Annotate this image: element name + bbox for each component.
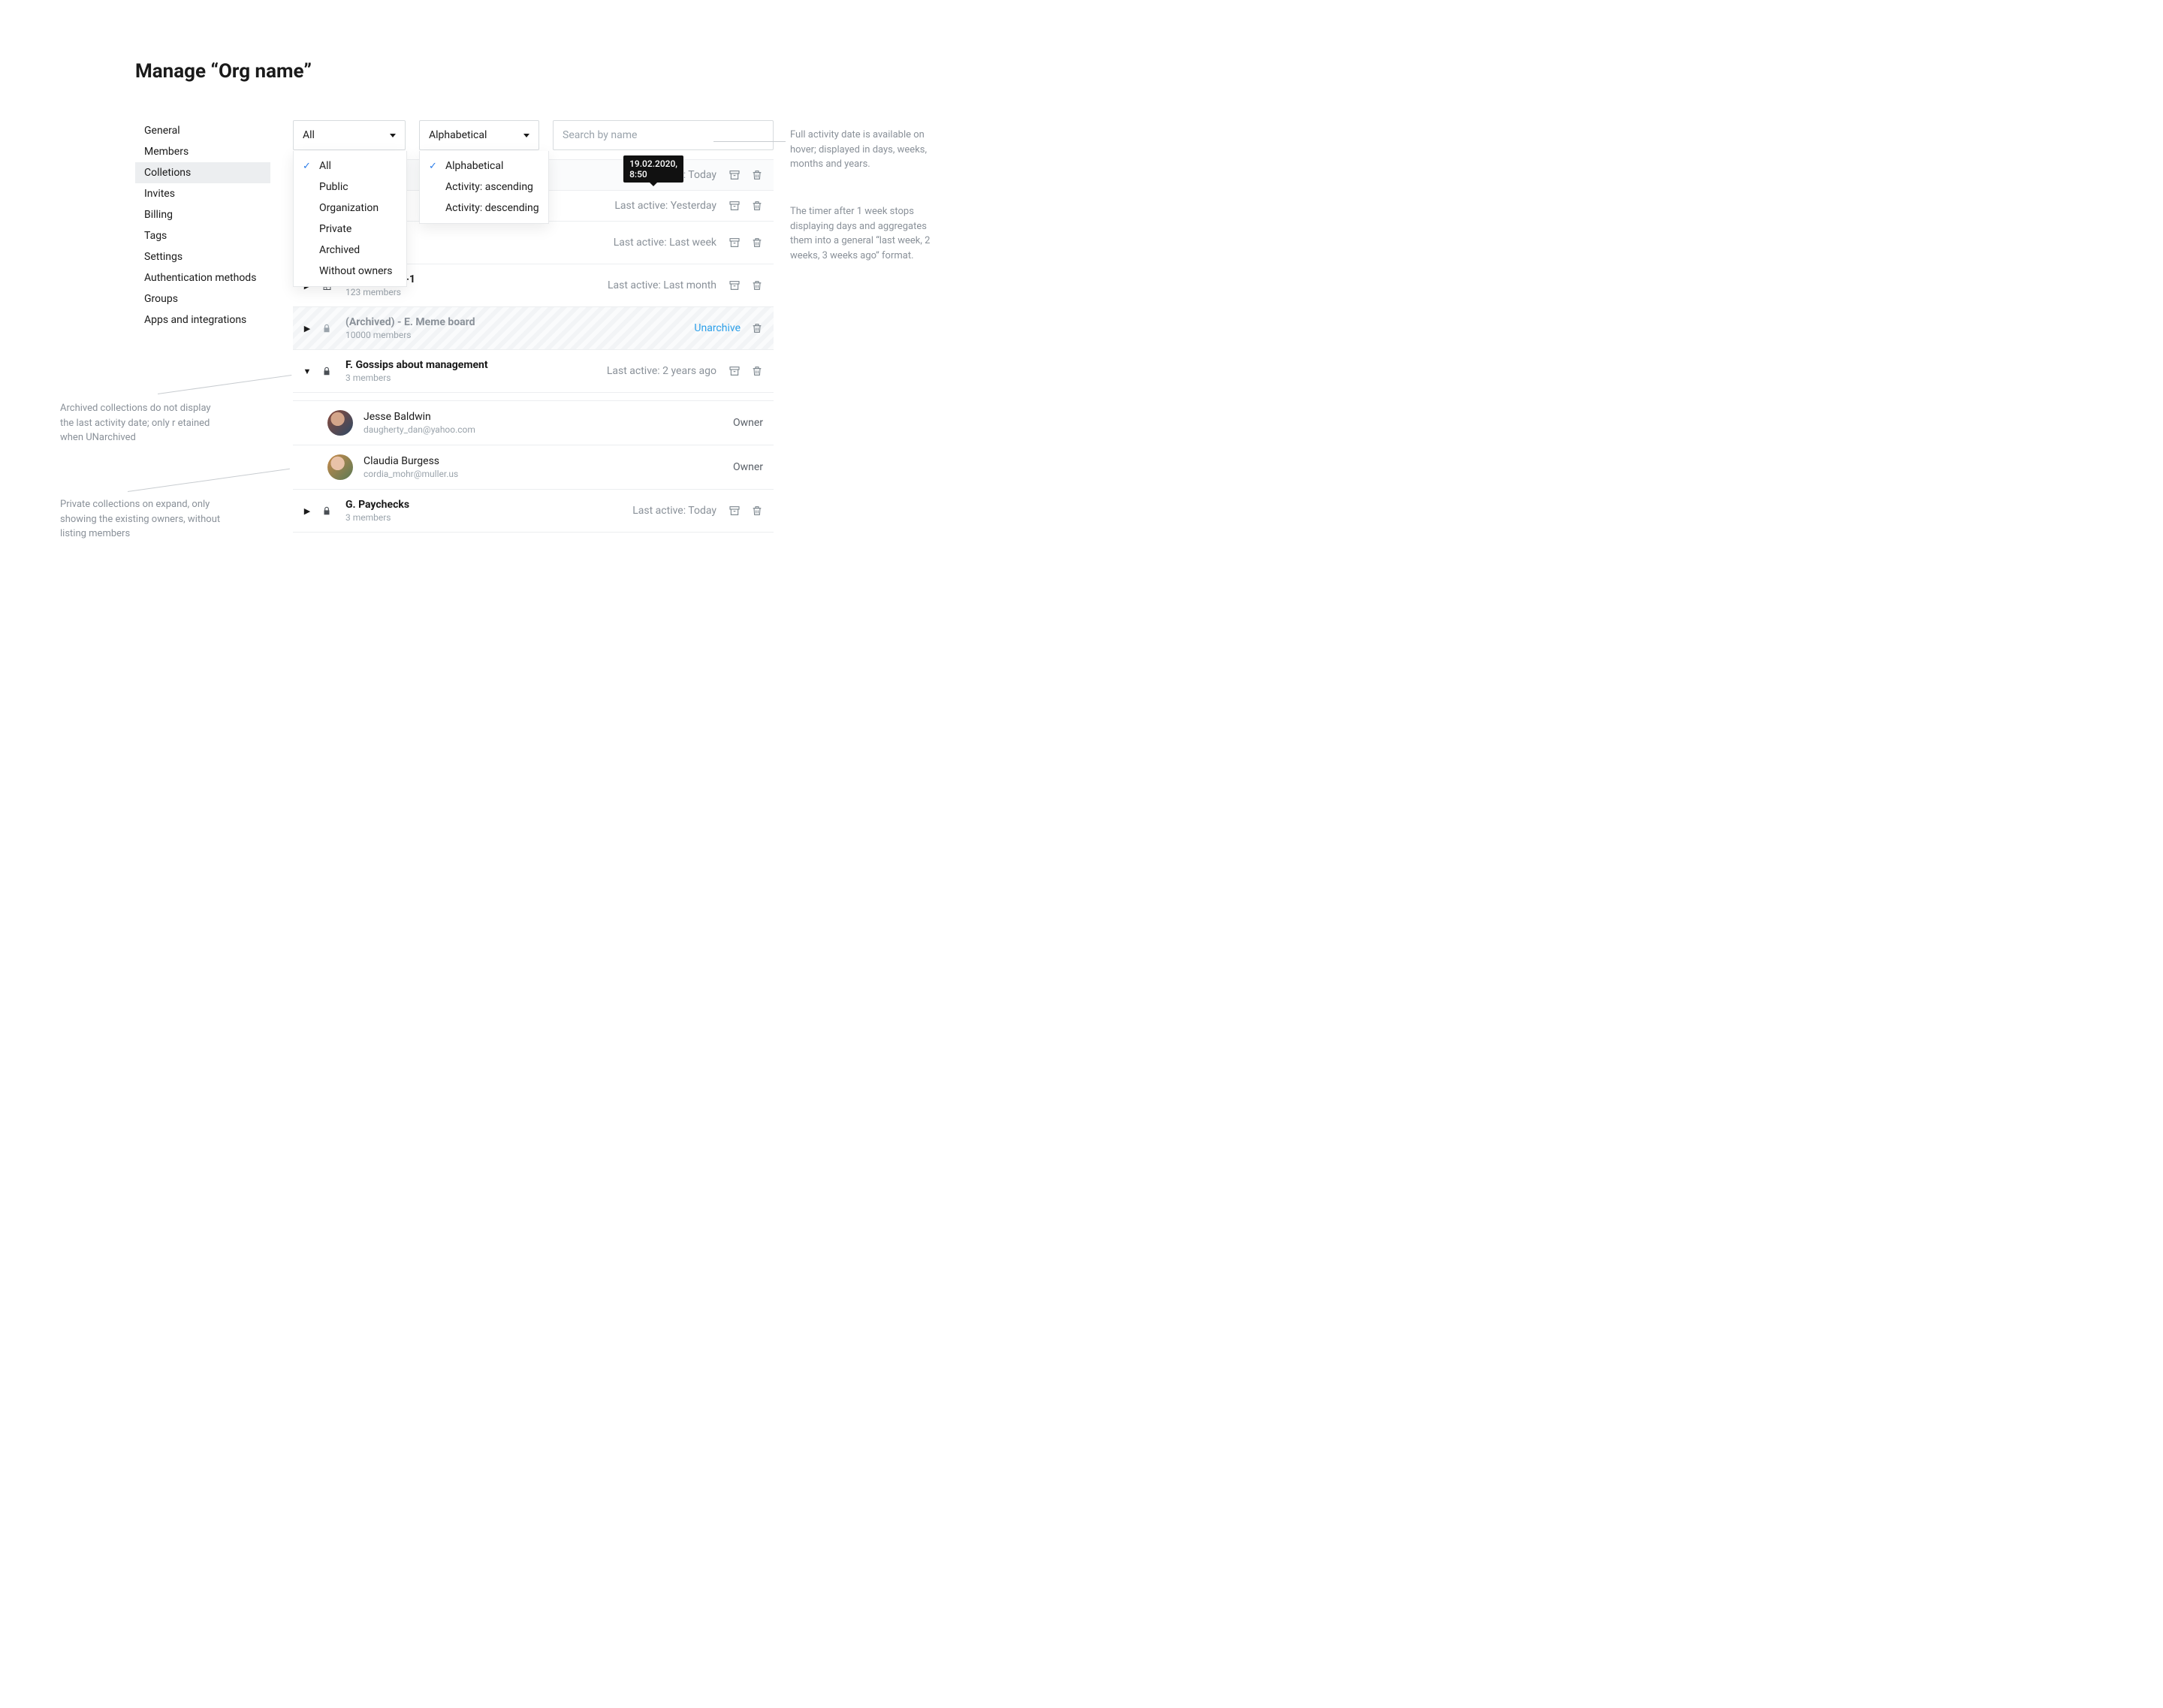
lock-icon <box>315 366 338 376</box>
expand-toggle[interactable]: ▼ <box>299 367 315 376</box>
collection-row: ▼ F. Gossips about management 3 members … <box>293 350 774 393</box>
lock-icon <box>315 505 338 516</box>
sort-option-alphabetical[interactable]: ✓ Alphabetical <box>420 155 548 177</box>
annotation-hover-date: Full activity date is available on hover… <box>790 128 940 172</box>
page-title: Manage “Org name” <box>135 60 1082 83</box>
visibility-filter-value: All <box>303 129 315 141</box>
collection-title: F. Gossips about management <box>345 359 607 371</box>
annotation-timer-aggregation: The timer after 1 week stops displaying … <box>790 204 940 263</box>
sort-select[interactable]: Alphabetical ✓ Alphabetical Activity: as… <box>419 120 539 150</box>
annotation-line <box>713 141 786 142</box>
sidebar-item-groups[interactable]: Groups <box>135 288 270 309</box>
collection-title: G. Paychecks <box>345 499 632 511</box>
annotation-private-expand: Private collections on expand, only show… <box>60 497 225 542</box>
visibility-option-private[interactable]: Private <box>294 219 406 240</box>
member-role: Owner <box>733 461 763 473</box>
trash-icon[interactable] <box>751 237 763 249</box>
trash-icon[interactable] <box>751 322 763 334</box>
collection-title: (Archived) - E. Meme board <box>345 316 694 328</box>
member-role: Owner <box>733 417 763 429</box>
visibility-option-archived[interactable]: Archived <box>294 240 406 261</box>
member-count: 3 members <box>345 512 632 523</box>
archive-icon[interactable] <box>729 505 741 517</box>
visibility-option-public[interactable]: Public <box>294 177 406 198</box>
visibility-filter-dropdown: ✓ All Public Organization Private Archiv… <box>293 151 407 287</box>
visibility-option-all[interactable]: ✓ All <box>294 155 406 177</box>
activity-tooltip: 19.02.2020, 8:50 <box>623 155 683 183</box>
last-active-label: Last active: Last week <box>614 237 716 249</box>
avatar <box>327 454 353 480</box>
member-email: cordia_mohr@muller.us <box>364 469 733 479</box>
member-row: Jesse Baldwin daugherty_dan@yahoo.com Ow… <box>293 400 774 445</box>
sidebar-item-general[interactable]: General <box>135 120 270 141</box>
check-icon: ✓ <box>303 161 311 172</box>
member-row: Claudia Burgess cordia_mohr@muller.us Ow… <box>293 445 774 490</box>
collection-row-archived: ▶ (Archived) - E. Meme board 10000 membe… <box>293 307 774 350</box>
search-placeholder: Search by name <box>563 129 637 141</box>
member-count: 123 members <box>345 287 608 297</box>
avatar <box>327 410 353 436</box>
archive-icon[interactable] <box>729 279 741 291</box>
trash-icon[interactable] <box>751 505 763 517</box>
last-active-label: Last active: Last month <box>608 279 716 291</box>
chevron-down-icon <box>523 134 529 137</box>
trash-icon[interactable] <box>751 169 763 181</box>
unarchive-button[interactable]: Unarchive <box>694 322 741 334</box>
trash-icon[interactable] <box>751 200 763 212</box>
sidebar-item-auth-methods[interactable]: Authentication methods <box>135 267 270 288</box>
sort-option-activity-asc[interactable]: Activity: ascending <box>420 177 548 198</box>
sidebar-item-tags[interactable]: Tags <box>135 225 270 246</box>
visibility-filter-select[interactable]: All ✓ All Public Organization Private Ar… <box>293 120 406 150</box>
archive-icon[interactable] <box>729 237 741 249</box>
trash-icon[interactable] <box>751 365 763 377</box>
lock-icon <box>315 323 338 333</box>
member-count: 3 members <box>345 373 607 383</box>
visibility-option-organization[interactable]: Organization <box>294 198 406 219</box>
sort-dropdown: ✓ Alphabetical Activity: ascending Activ… <box>419 151 549 224</box>
sidebar-item-collections[interactable]: Colletions <box>135 162 270 183</box>
sort-value: Alphabetical <box>429 129 487 141</box>
member-email: daugherty_dan@yahoo.com <box>364 424 733 435</box>
sidebar: General Members Colletions Invites Billi… <box>135 120 270 330</box>
sidebar-item-members[interactable]: Members <box>135 141 270 162</box>
last-active-label: Last active: Today <box>632 505 716 517</box>
main-panel: All ✓ All Public Organization Private Ar… <box>293 120 774 533</box>
member-count: 10000 members <box>345 330 694 340</box>
sidebar-item-invites[interactable]: Invites <box>135 183 270 204</box>
last-active-label: Last active: 2 years ago <box>607 365 716 377</box>
sidebar-item-apps-integrations[interactable]: Apps and integrations <box>135 309 270 330</box>
member-name: Jesse Baldwin <box>364 411 733 423</box>
trash-icon[interactable] <box>751 279 763 291</box>
chevron-down-icon <box>390 134 396 137</box>
check-icon: ✓ <box>429 161 437 172</box>
visibility-option-without-owners[interactable]: Without owners <box>294 261 406 282</box>
expand-toggle[interactable]: ▶ <box>299 506 315 516</box>
expand-toggle[interactable]: ▶ <box>299 324 315 333</box>
archive-icon[interactable] <box>729 200 741 212</box>
sort-option-activity-desc[interactable]: Activity: descending <box>420 198 548 219</box>
collection-row: ▶ G. Paychecks 3 members Last active: To… <box>293 490 774 533</box>
last-active-label: Last active: Yesterday <box>614 200 716 212</box>
search-input[interactable]: Search by name <box>553 120 774 150</box>
archive-icon[interactable] <box>729 365 741 377</box>
member-name: Claudia Burgess <box>364 455 733 467</box>
sidebar-item-billing[interactable]: Billing <box>135 204 270 225</box>
sidebar-item-settings[interactable]: Settings <box>135 246 270 267</box>
annotation-archived: Archived collections do not display the … <box>60 401 225 445</box>
archive-icon[interactable] <box>729 169 741 181</box>
